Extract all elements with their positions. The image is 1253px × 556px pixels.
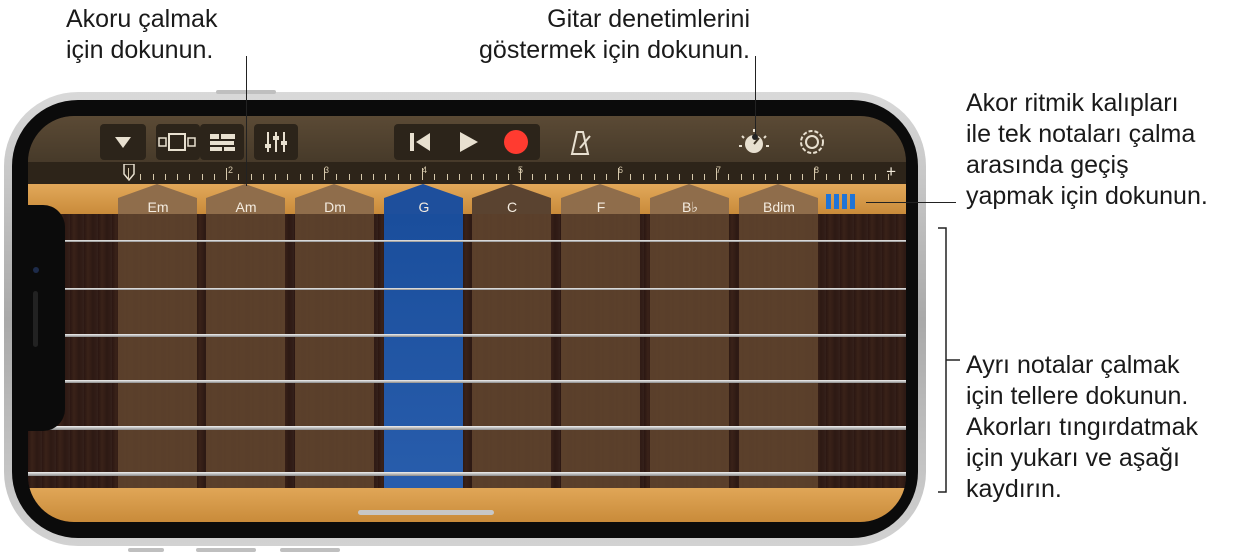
- ruler-tick: [716, 168, 717, 180]
- guitar-string-5[interactable]: [28, 426, 906, 430]
- callout-strings: Ayrı notalar çalmak için tellere dokunun…: [966, 351, 1199, 503]
- ruler-number: 2: [228, 165, 234, 175]
- play-icon[interactable]: [446, 124, 490, 160]
- view-toggle-icon: [158, 133, 196, 151]
- ruler-tick: [520, 168, 521, 180]
- view-toggle-button[interactable]: [156, 124, 200, 160]
- guitar-controls-icon[interactable]: [734, 124, 774, 160]
- mixer-icon: [265, 132, 287, 152]
- phone-notch: [27, 205, 65, 431]
- callout-guitar-controls: Gitar denetimlerini göstermek için dokun…: [479, 5, 750, 64]
- dropdown-icon: [115, 137, 131, 148]
- dropdown-button[interactable]: [100, 124, 146, 160]
- settings-icon[interactable]: [792, 124, 832, 160]
- chord-label-em[interactable]: Em: [118, 199, 198, 215]
- chord-label-bdim[interactable]: Bdim: [739, 199, 819, 215]
- chord-label-am[interactable]: Am: [206, 199, 286, 215]
- metronome-icon[interactable]: [560, 124, 600, 160]
- leader-line-chord: [246, 56, 247, 186]
- ruler-tick: [422, 168, 423, 180]
- callout-chord-tap: Akoru çalmak için dokunun.: [66, 5, 218, 64]
- transport-controls: [394, 124, 540, 160]
- chord-label-bb[interactable]: B♭: [650, 199, 730, 216]
- chord-label-g[interactable]: G: [384, 199, 464, 215]
- speaker-grille: [33, 291, 38, 347]
- mixer-button[interactable]: [254, 124, 298, 160]
- leader-line-toggle: [866, 202, 956, 203]
- phone-power-button: [280, 548, 340, 552]
- front-camera: [33, 267, 39, 273]
- guitar-string-3[interactable]: [28, 334, 906, 337]
- record-icon[interactable]: [494, 124, 538, 160]
- tracks-button[interactable]: [200, 124, 244, 160]
- phone-volume-button-2: [196, 548, 256, 552]
- chord-label-dm[interactable]: Dm: [295, 199, 375, 215]
- ruler-tick: [618, 168, 619, 180]
- ruler-tick: [128, 168, 129, 180]
- chord-label-f[interactable]: F: [561, 199, 641, 215]
- notes-toggle-icon[interactable]: [824, 191, 858, 213]
- ruler-tick: [226, 168, 227, 180]
- strings-bracket: [938, 227, 960, 493]
- home-indicator[interactable]: [358, 510, 494, 515]
- guitar-string-4[interactable]: [28, 380, 906, 383]
- chord-label-c[interactable]: C: [472, 199, 552, 215]
- leader-line-controls: [755, 56, 756, 136]
- guitar-string-2[interactable]: [28, 288, 906, 290]
- leader-dot-controls: [752, 134, 758, 140]
- add-section-button[interactable]: +: [886, 162, 896, 182]
- callout-toggle-mode: Akor ritmik kalıpları ile tek notaları ç…: [966, 89, 1208, 210]
- guitar-string-1[interactable]: [28, 240, 906, 242]
- ruler-tick: [814, 168, 815, 180]
- phone-volume-button: [128, 548, 164, 552]
- app-screen: 2 3 4 5 6 7 8 + Em Am Dm G C F B♭ Bdim: [28, 116, 906, 522]
- ruler-tick: [324, 168, 325, 180]
- fretboard-bottom-wood: [28, 488, 906, 522]
- tracks-icon: [210, 134, 235, 151]
- rewind-icon[interactable]: [398, 124, 442, 160]
- guitar-string-6[interactable]: [28, 472, 906, 476]
